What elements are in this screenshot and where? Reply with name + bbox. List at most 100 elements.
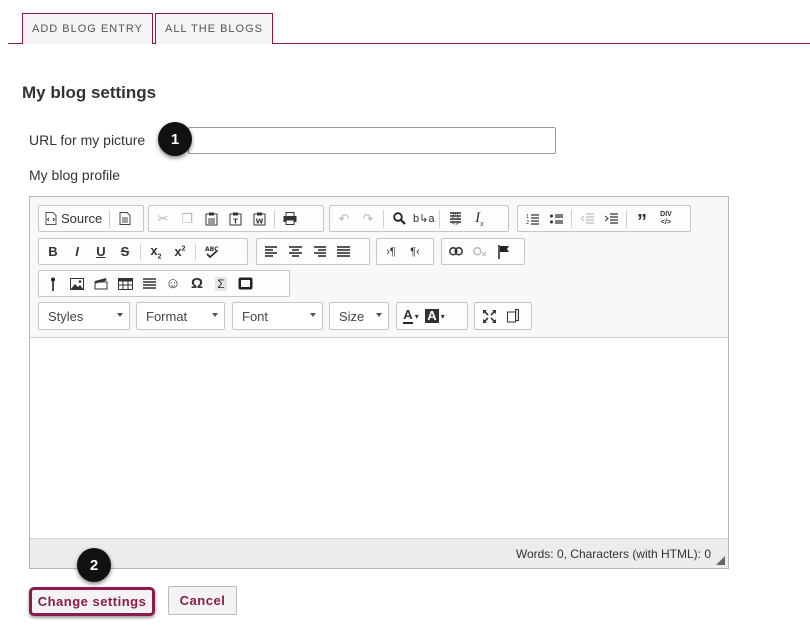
redo-icon: ↷	[362, 210, 374, 226]
styles-dropdown[interactable]: Styles	[38, 302, 130, 330]
paste-word-button[interactable]: W	[247, 207, 271, 230]
tab-all-the-blogs[interactable]: ALL THE BLOGS	[155, 13, 273, 44]
source-icon	[45, 212, 57, 225]
align-left-button[interactable]	[259, 240, 283, 263]
toolbar-group-basicstyles: B I U S x2 x2 ABC	[38, 238, 248, 265]
rtl-icon: ¶‹	[410, 245, 420, 258]
numbered-list-button[interactable]: 12	[520, 207, 544, 230]
superscript-icon: x2	[174, 244, 186, 259]
text-direction-ltr-button[interactable]: ›¶	[379, 240, 403, 263]
spellcheck-button[interactable]: ABC	[199, 240, 223, 263]
change-settings-button[interactable]: Change settings	[29, 587, 155, 616]
toolbar-group-insert: ☺ Ω Σ	[38, 270, 290, 297]
omega-icon: Ω	[190, 275, 204, 292]
copy-button[interactable]: ❐	[175, 207, 199, 230]
text-direction-rtl-button[interactable]: ¶‹	[403, 240, 427, 263]
select-all-button[interactable]	[443, 207, 467, 230]
cancel-button[interactable]: Cancel	[168, 586, 237, 615]
cut-button[interactable]: ✂	[151, 207, 175, 230]
replace-button[interactable]: b↳a	[411, 207, 436, 230]
paste-text-button[interactable]: T	[223, 207, 247, 230]
underline-button[interactable]: U	[89, 240, 113, 263]
special-char-button[interactable]: Ω	[185, 272, 209, 295]
redo-button[interactable]: ↷	[356, 207, 380, 230]
outdent-icon	[580, 212, 594, 225]
remove-format-button[interactable]: Ix	[467, 207, 491, 230]
decrease-indent-button[interactable]	[575, 207, 599, 230]
print-button[interactable]	[278, 207, 302, 230]
align-right-button[interactable]	[307, 240, 331, 263]
maximize-icon	[482, 309, 496, 323]
strikethrough-button[interactable]: S	[113, 240, 137, 263]
select-all-icon	[449, 212, 462, 225]
bold-button[interactable]: B	[41, 240, 65, 263]
align-center-button[interactable]	[283, 240, 307, 263]
page-title: My blog settings	[22, 83, 157, 102]
font-dropdown[interactable]: Font	[232, 302, 323, 330]
cut-icon: ✂	[157, 210, 169, 226]
size-dropdown[interactable]: Size	[329, 302, 389, 330]
word-count: Words: 0, Characters (with HTML): 0	[515, 546, 711, 561]
insert-pin-button[interactable]	[41, 272, 65, 295]
picture-url-input[interactable]	[188, 127, 556, 154]
toolbar-group-align	[256, 238, 370, 265]
toolbar-group-clipboard: ✂ ❐ T W	[148, 205, 324, 232]
iframe-icon	[238, 277, 253, 290]
show-blocks-button[interactable]	[501, 305, 525, 328]
justify-button[interactable]	[331, 240, 355, 263]
find-button[interactable]	[387, 207, 411, 230]
show-blocks-icon	[507, 309, 519, 323]
source-button[interactable]: Source	[41, 207, 106, 230]
resize-handle-icon[interactable]	[716, 556, 725, 565]
undo-button[interactable]: ↶	[332, 207, 356, 230]
quote-icon: ”	[637, 210, 647, 233]
editor-status-bar: Words: 0, Characters (with HTML): 0	[30, 538, 728, 568]
separator	[439, 209, 441, 228]
unlink-icon	[473, 246, 487, 257]
table-button[interactable]	[113, 272, 137, 295]
indent-icon	[604, 212, 618, 225]
iframe-button[interactable]	[233, 272, 257, 295]
toolbar-group-links	[441, 238, 525, 265]
subscript-button[interactable]: x2	[144, 240, 168, 263]
maximize-button[interactable]	[477, 305, 501, 328]
italic-button[interactable]: I	[65, 240, 89, 263]
chevron-down-icon	[310, 313, 316, 317]
superscript-button[interactable]: x2	[168, 240, 192, 263]
image-button[interactable]	[65, 272, 89, 295]
paste-icon	[205, 212, 218, 226]
svg-text:W: W	[255, 217, 263, 225]
div-icon: DIV </>	[660, 210, 672, 226]
editor-toolbar: Source ✂ ❐ T W ↶ ↷ b↳a Ix 1 2 ” DIV </> …	[30, 197, 728, 338]
styles-dropdown-label: Styles	[48, 308, 84, 324]
background-color-icon: A	[425, 308, 439, 323]
strikethrough-icon: S	[120, 244, 130, 259]
video-button[interactable]	[89, 272, 113, 295]
math-button[interactable]: Σ	[209, 272, 233, 295]
size-dropdown-label: Size	[339, 308, 365, 324]
blockquote-button[interactable]: ”	[630, 207, 654, 233]
ltr-icon: ›¶	[386, 245, 396, 258]
unlink-button[interactable]	[468, 240, 492, 263]
format-dropdown[interactable]: Format	[136, 302, 225, 330]
create-div-button[interactable]: DIV </>	[654, 207, 678, 230]
increase-indent-button[interactable]	[599, 207, 623, 230]
background-color-button[interactable]: A ▾	[423, 305, 447, 328]
smiley-button[interactable]: ☺	[161, 272, 185, 295]
anchor-button[interactable]	[492, 240, 516, 263]
numbered-list-icon: 12	[526, 213, 539, 225]
tab-add-blog-entry[interactable]: ADD BLOG ENTRY	[22, 13, 153, 44]
templates-button[interactable]	[113, 207, 137, 230]
separator	[626, 209, 627, 228]
editor-content-area[interactable]	[30, 338, 728, 539]
separator	[140, 242, 141, 261]
horizontal-rule-button[interactable]	[137, 272, 161, 295]
toolbar-group-tools	[474, 302, 532, 330]
toolbar-group-document: Source	[38, 205, 144, 232]
link-button[interactable]	[444, 240, 468, 263]
bulleted-list-button[interactable]	[544, 207, 568, 230]
paste-button[interactable]	[199, 207, 223, 230]
align-right-icon	[313, 246, 326, 257]
text-color-button[interactable]: A ▾	[399, 305, 423, 328]
bold-icon: B	[48, 244, 58, 259]
